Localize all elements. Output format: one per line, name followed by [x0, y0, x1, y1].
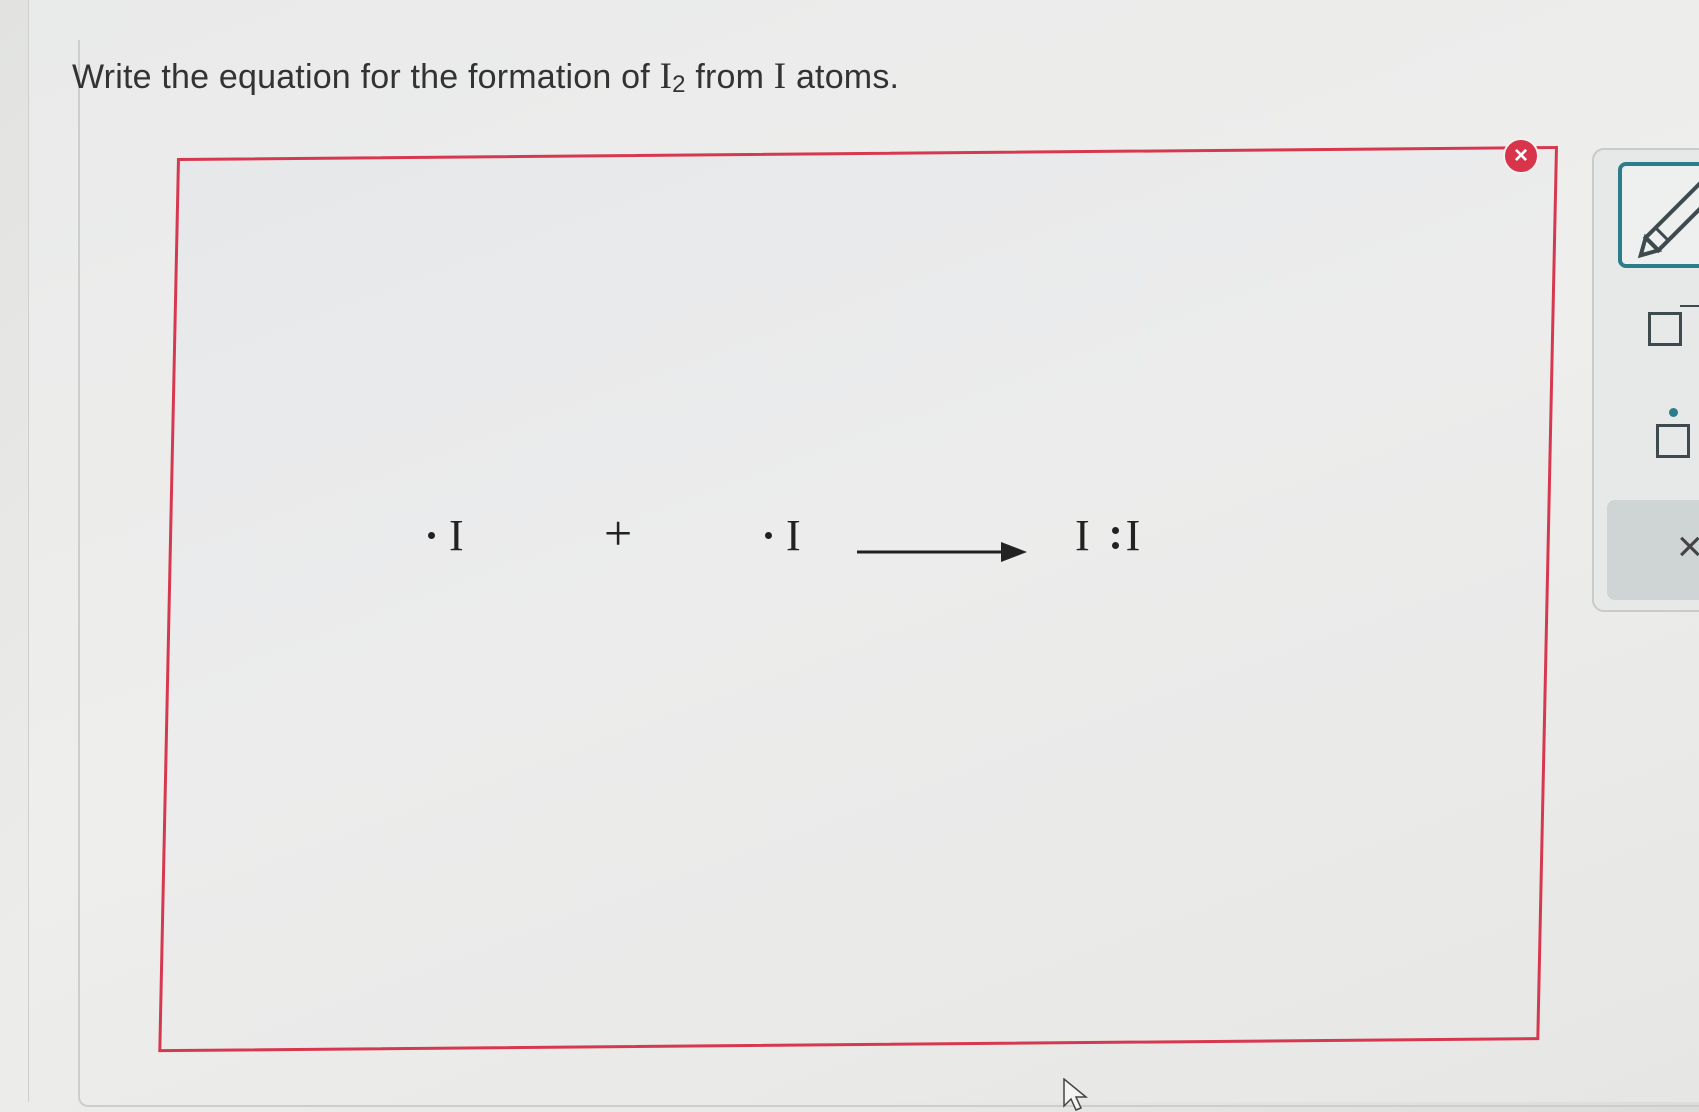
atom-symbol: I — [773, 56, 787, 97]
molecule-symbol: I — [659, 56, 673, 97]
mouse-cursor-icon — [1063, 1078, 1089, 1111]
question-text: Write the equation for the formation of … — [72, 55, 899, 98]
page: Write the equation for the formation of … — [0, 0, 1699, 1112]
question-middle: from — [685, 58, 774, 96]
product[interactable]: II — [1075, 510, 1140, 561]
question-prefix: Write the equation for the formation of — [72, 58, 660, 96]
reactant-2[interactable]: I — [765, 510, 801, 561]
shared-electron-pair — [1111, 525, 1120, 551]
plus-sign: + — [604, 505, 633, 561]
dot-icon — [1669, 408, 1678, 417]
pencil-button[interactable] — [1618, 162, 1699, 268]
pencil-icon — [1637, 178, 1699, 259]
clear-button[interactable]: × — [1607, 500, 1699, 600]
reactant-1[interactable]: I — [428, 510, 464, 561]
molecule-subscript: 2 — [672, 71, 686, 98]
electron-dot — [765, 532, 772, 540]
question-suffix: atoms. — [786, 58, 900, 96]
product-right-symbol: I — [1125, 511, 1141, 560]
reaction-arrow-icon — [857, 542, 1027, 562]
product-left-symbol: I — [1075, 511, 1090, 560]
close-icon[interactable]: × — [1503, 138, 1539, 174]
superscript-line — [1680, 305, 1699, 307]
reactant-1-symbol: I — [449, 511, 464, 560]
clear-icon: × — [1677, 522, 1699, 571]
answer-canvas[interactable] — [158, 145, 1558, 1053]
electron-dot — [428, 532, 435, 540]
box-with-dot-icon[interactable] — [1656, 424, 1690, 458]
box-icon[interactable] — [1648, 312, 1682, 346]
reactant-2-symbol: I — [786, 511, 801, 560]
